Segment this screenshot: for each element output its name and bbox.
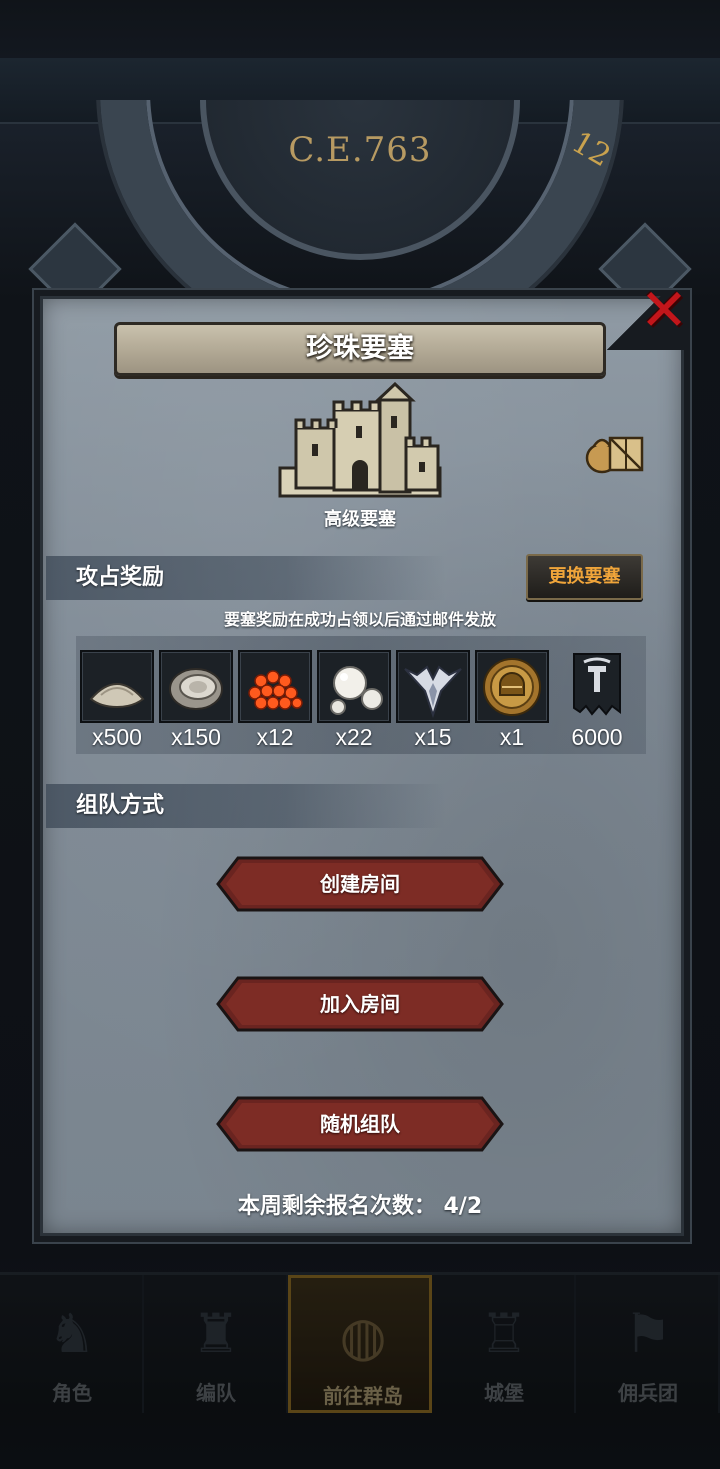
oyster-shell-icon <box>169 668 223 710</box>
close-x-icon: ✕ <box>639 276 689 344</box>
reward-item[interactable]: x12 <box>238 650 312 750</box>
reward-slot <box>238 650 312 723</box>
reward-slot <box>159 650 233 723</box>
fortress-grade-label: 高级要塞 <box>324 509 396 530</box>
winged-emblem-icon <box>404 665 462 719</box>
reward-slot <box>317 650 391 723</box>
capture-rewards-header: 攻占奖励 <box>46 556 446 600</box>
join-room-button[interactable]: 加入房间 <box>216 976 504 1032</box>
fortress-icon <box>278 382 442 498</box>
dim-overlay <box>0 1272 720 1469</box>
reward-count: 6000 <box>571 724 623 750</box>
reward-slot <box>396 650 470 723</box>
sand-pile-icon <box>89 683 145 709</box>
reward-item[interactable]: x500 <box>80 650 154 750</box>
close-button[interactable]: ✕ <box>638 281 690 342</box>
change-fortress-button[interactable]: 更换要塞 <box>526 554 643 600</box>
reward-notice: 要塞奖励在成功占领以后通过邮件发放 <box>223 610 496 629</box>
button-label: 随机组队 <box>320 1112 400 1136</box>
reward-item[interactable]: x150 <box>159 650 233 750</box>
reward-slot <box>475 650 549 723</box>
reward-item[interactable]: x1 <box>475 650 549 750</box>
guild-banner-icon <box>573 653 621 716</box>
reward-item[interactable]: 6000 <box>560 650 634 750</box>
reward-item[interactable]: x22 <box>317 650 391 750</box>
supply-crate-icon[interactable] <box>584 426 646 476</box>
section-label: 攻占奖励 <box>76 565 165 590</box>
reward-slot <box>80 650 154 723</box>
era-label: C.E.763 <box>288 130 432 170</box>
fish-roe-icon <box>248 670 303 710</box>
button-label: 加入房间 <box>320 992 400 1016</box>
pearls-icon <box>330 666 383 715</box>
reward-count: x1 <box>499 724 525 750</box>
section-label: 组队方式 <box>76 793 165 818</box>
create-room-button[interactable]: 创建房间 <box>216 856 504 912</box>
button-label: 更换要塞 <box>548 566 621 587</box>
dialog-title: 珍珠要塞 <box>306 333 414 364</box>
reward-item[interactable]: x15 <box>396 650 470 750</box>
title-banner: 珍珠要塞 <box>114 322 606 376</box>
remaining-signups-label: 本周剩余报名次数： 4/2 <box>237 1194 483 1219</box>
random-team-button[interactable]: 随机组队 <box>216 1096 504 1152</box>
gold-helmet-medal-icon <box>483 658 541 716</box>
team-mode-header: 组队方式 <box>46 784 446 828</box>
button-label: 创建房间 <box>320 872 400 896</box>
